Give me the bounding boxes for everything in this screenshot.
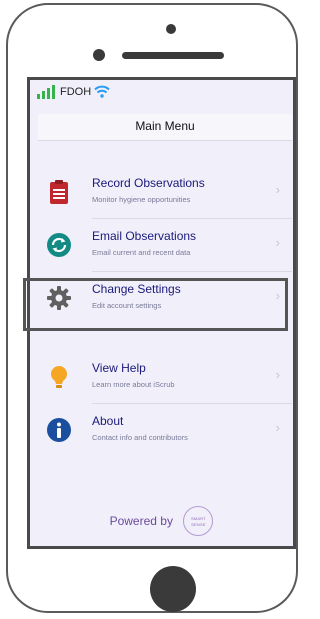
divider — [92, 218, 292, 219]
menu-item-title: About — [92, 414, 124, 428]
menu-item-subtitle: Contact info and contributors — [92, 433, 188, 442]
signal-bars-icon — [37, 85, 57, 99]
menu-item-record-observations[interactable]: Record Observations Monitor hygiene oppo… — [38, 167, 292, 215]
chevron-right-icon: › — [275, 182, 280, 197]
clipboard-icon — [50, 180, 68, 204]
carrier-label: FDOH — [60, 86, 92, 98]
chevron-right-icon: › — [275, 367, 280, 382]
selection-highlight — [23, 278, 288, 331]
status-bar: FDOH — [30, 80, 293, 104]
menu-item-subtitle: Learn more about iScrub — [92, 380, 175, 389]
sync-icon — [47, 233, 71, 257]
menu-item-email-observations[interactable]: Email Observations Email current and rec… — [38, 220, 292, 268]
menu-item-view-help[interactable]: View Help Learn more about iScrub › — [38, 352, 292, 400]
lightbulb-icon — [51, 366, 67, 388]
earpiece-speaker — [122, 52, 224, 59]
menu-item-title: Record Observations — [92, 176, 205, 190]
front-camera — [166, 24, 176, 34]
powered-by-label: Powered by — [109, 514, 173, 528]
wifi-icon — [94, 85, 110, 98]
logo-text-top: SMART — [190, 516, 206, 521]
menu-item-title: Email Observations — [92, 229, 197, 243]
menu-item-title: View Help — [92, 361, 146, 375]
home-button[interactable] — [150, 566, 196, 612]
chevron-right-icon: › — [275, 420, 280, 435]
menu-item-subtitle: Email current and recent data — [92, 248, 191, 257]
menu-item-about[interactable]: About Contact info and contributors › — [38, 405, 292, 453]
divider — [92, 403, 292, 404]
logo-text-bottom: SENSE — [191, 522, 206, 527]
info-icon — [47, 418, 71, 442]
smart-sense-logo: SMART SENSE — [183, 506, 214, 536]
menu-item-subtitle: Monitor hygiene opportunities — [92, 195, 191, 204]
nav-bar: Main Menu — [38, 114, 292, 141]
page-title: Main Menu — [135, 119, 195, 133]
divider — [92, 271, 292, 272]
chevron-right-icon: › — [275, 235, 280, 250]
powered-by-footer: Powered by SMART SENSE — [30, 506, 293, 536]
sensor-dot — [93, 49, 105, 61]
